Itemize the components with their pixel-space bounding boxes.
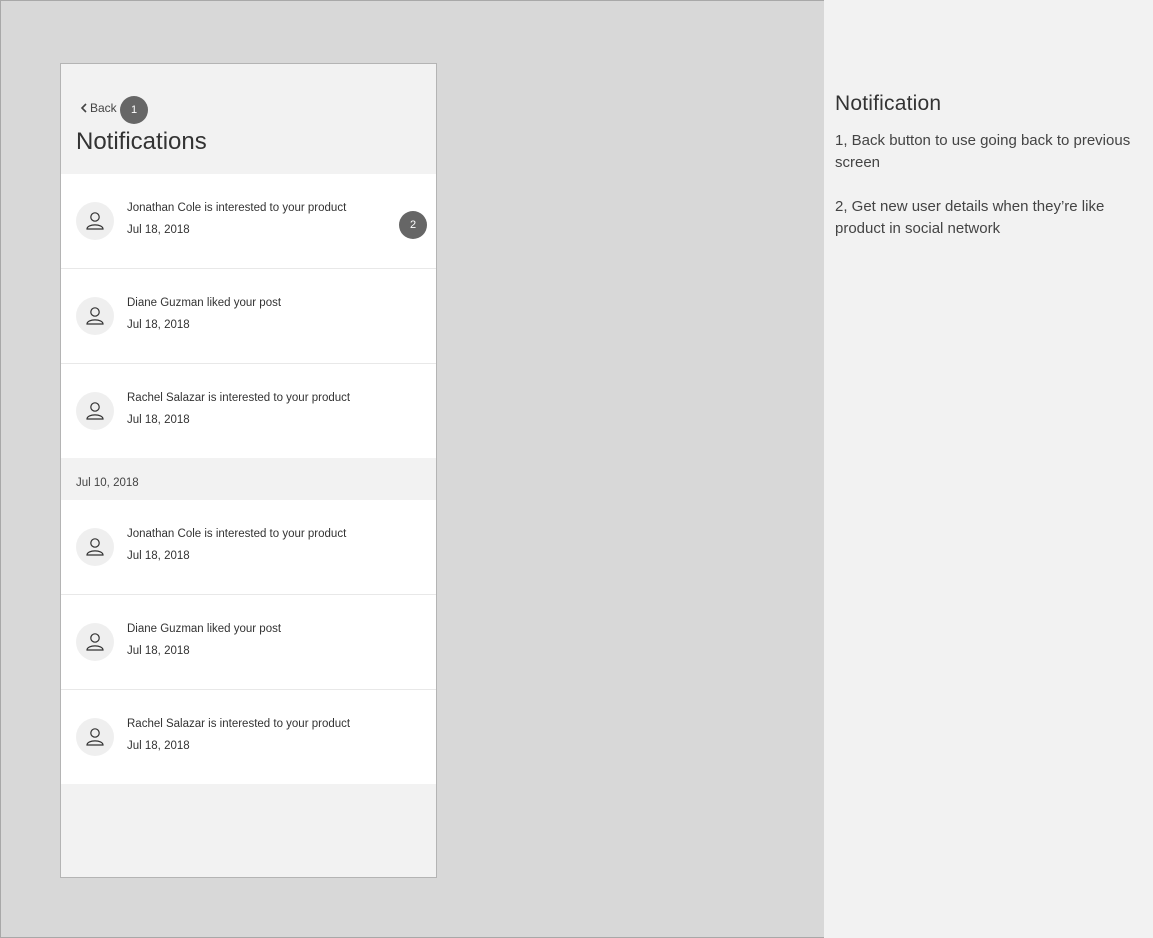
avatar [76, 202, 114, 240]
notification-item[interactable]: Rachel Salazar is interested to your pro… [61, 690, 436, 784]
back-label: Back [90, 101, 117, 115]
note-item: 1, Back button to use going back to prev… [835, 132, 1131, 171]
notification-item[interactable]: Rachel Salazar is interested to your pro… [61, 364, 436, 458]
notification-message: Rachel Salazar is interested to your pro… [127, 392, 351, 404]
notification-message: Jonathan Cole is interested to your prod… [127, 202, 347, 214]
notification-date: Jul 18, 2018 [127, 414, 190, 426]
back-button[interactable]: Back [80, 101, 117, 115]
notification-date: Jul 18, 2018 [127, 319, 190, 331]
notification-item[interactable]: Jonathan Cole is interested to your prod… [61, 500, 436, 595]
notification-date: Jul 18, 2018 [127, 550, 190, 562]
notification-list-recent: Jonathan Cole is interested to your prod… [61, 174, 436, 458]
notification-list-older: Jonathan Cole is interested to your prod… [61, 500, 436, 784]
notification-date: Jul 18, 2018 [127, 224, 190, 236]
screen-header: Back 1 Notifications [61, 64, 436, 174]
user-icon [86, 212, 104, 230]
note-item: 2, Get new user details when they’re lik… [835, 198, 1105, 237]
notification-item[interactable]: Jonathan Cole is interested to your prod… [61, 174, 436, 269]
annotation-marker-2: 2 [399, 211, 427, 239]
wireframe-canvas: Back 1 Notifications 2 Jonathan Cole is … [0, 0, 824, 938]
annotation-marker-1: 1 [120, 96, 148, 124]
avatar [76, 623, 114, 661]
user-icon [86, 728, 104, 746]
notification-item[interactable]: Diane Guzman liked your post Jul 18, 201… [61, 595, 436, 690]
avatar [76, 297, 114, 335]
section-date-header: Jul 10, 2018 [61, 458, 436, 500]
user-icon [86, 538, 104, 556]
notes-title: Notification [835, 92, 942, 115]
annotation-panel: Notification 1, Back button to use going… [824, 0, 1153, 938]
user-icon [86, 402, 104, 420]
notification-date: Jul 18, 2018 [127, 645, 190, 657]
avatar [76, 718, 114, 756]
user-icon [86, 307, 104, 325]
chevron-left-icon [80, 103, 87, 113]
page-title: Notifications [76, 128, 207, 155]
avatar [76, 392, 114, 430]
phone-screen: Back 1 Notifications 2 Jonathan Cole is … [60, 63, 437, 878]
notification-date: Jul 18, 2018 [127, 740, 190, 752]
notification-message: Jonathan Cole is interested to your prod… [127, 528, 347, 540]
notification-message: Diane Guzman liked your post [127, 623, 282, 635]
notification-message: Diane Guzman liked your post [127, 297, 282, 309]
avatar [76, 528, 114, 566]
user-icon [86, 633, 104, 651]
notification-item[interactable]: Diane Guzman liked your post Jul 18, 201… [61, 269, 436, 364]
notification-message: Rachel Salazar is interested to your pro… [127, 718, 351, 730]
